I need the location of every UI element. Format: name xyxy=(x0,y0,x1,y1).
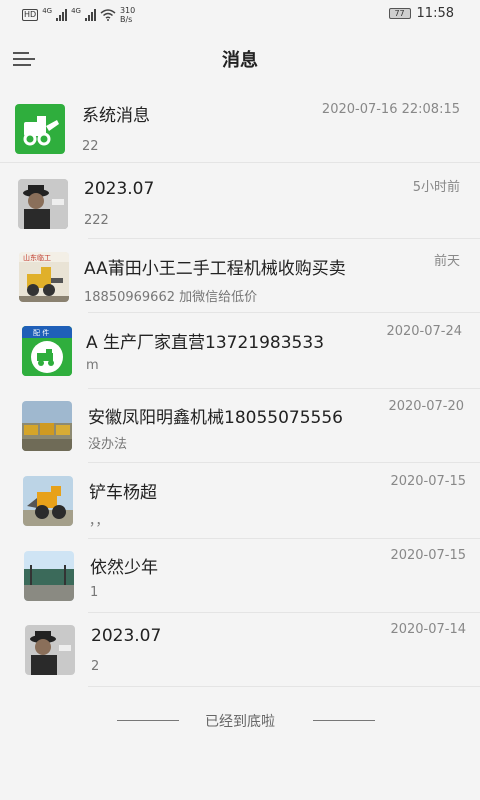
conversation-time: 2020-07-20 xyxy=(388,399,464,414)
row-divider xyxy=(88,612,480,613)
conversation-time: 2020-07-15 xyxy=(390,474,466,489)
conversation-name: A 生产厂家直营13721983533 xyxy=(86,333,325,353)
conversation-name: 系统消息 xyxy=(82,106,150,126)
network-type-2: 4G xyxy=(71,7,81,15)
signal-icon xyxy=(56,9,68,21)
svg-text:配 件: 配 件 xyxy=(33,328,49,337)
conversation-item[interactable]: 铲车杨超 ，， 2020-07-15 xyxy=(0,466,480,539)
avatar xyxy=(24,551,74,601)
conversation-name: AA莆田小王二手工程机械收购买卖 xyxy=(84,259,346,279)
conversation-time: 5小时前 xyxy=(412,180,460,195)
conversation-item[interactable]: 系统消息 22 2020-07-16 22:08:15 xyxy=(0,90,480,163)
status-bar: HD 4G 4G 310 B/s 77 11:58 xyxy=(0,0,480,30)
row-divider xyxy=(88,388,480,389)
conversation-preview: 18850969662 加微信给低价 xyxy=(84,290,258,305)
conversation-name: 安徽凤阳明鑫机械18055075556 xyxy=(88,408,343,428)
conversation-time: 前天 xyxy=(433,254,460,269)
wifi-icon xyxy=(100,9,116,21)
avatar xyxy=(18,179,68,229)
signal-icon-2 xyxy=(84,9,96,21)
conversation-time: 2020-07-16 22:08:15 xyxy=(321,102,460,117)
conversation-time: 2020-07-15 xyxy=(390,548,466,563)
conversation-preview: 没办法 xyxy=(88,437,128,452)
conversation-preview: 1 xyxy=(90,585,99,600)
conversation-preview: 22 xyxy=(82,139,99,154)
conversation-preview: 2 xyxy=(91,659,100,674)
brand-logo-icon: 配 件 xyxy=(22,326,72,376)
conversation-item[interactable]: 山东临工 AA莆田小王二手工程机械收购买卖 18850969662 加微信给低价… xyxy=(0,240,480,313)
system-logo-icon xyxy=(15,104,65,154)
avatar xyxy=(22,401,72,451)
row-divider xyxy=(88,538,480,539)
conversation-name: 2023.07 xyxy=(91,626,162,646)
page-title: 消息 xyxy=(222,50,258,71)
footer-line-right xyxy=(313,720,375,721)
conversation-preview: m xyxy=(86,358,99,373)
conversation-item[interactable]: 配 件 A 生产厂家直营13721983533 m 2020-07-24 xyxy=(0,316,480,389)
clock: 11:58 xyxy=(416,6,454,21)
network-speed: 310 B/s xyxy=(119,6,136,24)
conversation-time: 2020-07-14 xyxy=(390,622,466,637)
list-end-text: 已经到底啦 xyxy=(205,714,275,730)
conversation-item[interactable]: 依然少年 1 2020-07-15 xyxy=(0,540,480,613)
conversation-item[interactable]: 安徽凤阳明鑫机械18055075556 没办法 2020-07-20 xyxy=(0,390,480,463)
status-right: 77 11:58 xyxy=(388,6,454,21)
conversation-preview: ，， xyxy=(89,514,109,529)
network-type-1: 4G xyxy=(42,7,53,15)
list-end-indicator: 已经到底啦 xyxy=(0,700,480,740)
conversation-item[interactable]: 2023.07 2 2020-07-14 xyxy=(0,614,480,687)
battery-icon: 77 xyxy=(388,8,411,19)
row-divider xyxy=(88,462,480,463)
hd-badge: HD xyxy=(22,9,39,21)
avatar xyxy=(23,476,73,526)
conversation-name: 2023.07 xyxy=(84,179,155,199)
row-divider xyxy=(0,162,480,163)
conversation-time: 2020-07-24 xyxy=(386,324,462,339)
svg-text:山东临工: 山东临工 xyxy=(23,253,51,262)
conversation-name: 依然少年 xyxy=(90,558,158,578)
conversation-name: 铲车杨超 xyxy=(89,483,157,503)
row-divider xyxy=(88,686,480,687)
status-left: HD 4G 4G 310 B/s xyxy=(22,6,135,24)
row-divider xyxy=(88,238,480,239)
row-divider xyxy=(88,312,480,313)
avatar xyxy=(25,625,75,675)
nav-bar: 消息 xyxy=(0,30,480,88)
conversation-preview: 222 xyxy=(84,213,109,228)
avatar: 山东临工 xyxy=(19,252,69,302)
conversation-item[interactable]: 2023.07 222 5小时前 xyxy=(0,166,480,239)
